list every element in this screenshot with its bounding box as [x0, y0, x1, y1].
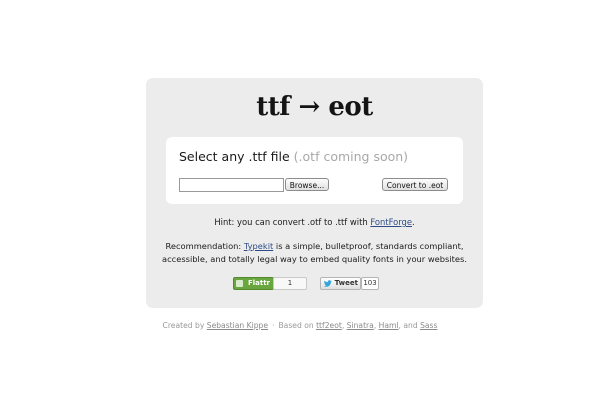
tweet-button[interactable]: Tweet — [320, 277, 361, 290]
select-file-label: Select any .ttf file — [179, 149, 290, 164]
footer-created-by: Created by — [162, 321, 207, 330]
tweet-count: 103 — [361, 277, 379, 290]
footer: Created by Sebastian Kippe · Based on ttf2… — [0, 321, 600, 330]
footer-and: , and — [398, 321, 421, 330]
twitter-bird-icon — [324, 280, 332, 287]
hint-text: Hint: you can convert .otf to .ttf with … — [146, 217, 483, 227]
ttf2eot-link[interactable]: ttf2eot — [316, 321, 342, 330]
footer-separator: · — [272, 321, 275, 330]
convert-button[interactable]: Convert to .eot — [382, 178, 448, 191]
select-file-heading: Select any .ttf file (.otf coming soon) — [179, 149, 408, 164]
file-path-field[interactable] — [179, 178, 284, 192]
hint-suffix: . — [411, 217, 415, 227]
recommendation-prefix: Recommendation: — [165, 241, 244, 251]
recommendation-text: Recommendation: Typekit is a simple, bul… — [156, 240, 473, 265]
otf-coming-soon-note: (.otf coming soon) — [293, 149, 409, 164]
hint-prefix: Hint: you can convert .otf to .ttf with — [214, 217, 371, 227]
flattr-count: 1 — [273, 277, 307, 290]
flattr-label: Flattr — [247, 279, 270, 287]
sass-link[interactable]: Sass — [420, 321, 437, 330]
fontforge-link[interactable]: FontForge — [370, 217, 412, 227]
typekit-link[interactable]: Typekit — [244, 241, 273, 251]
haml-link[interactable]: Haml — [379, 321, 399, 330]
upload-panel: Select any .ttf file (.otf coming soon) … — [166, 137, 463, 204]
page: ttf → eot Select any .ttf file (.otf com… — [0, 0, 600, 407]
footer-based-on: Based on — [278, 321, 317, 330]
flattr-button[interactable]: Flattr — [233, 277, 274, 290]
page-title: ttf → eot — [256, 92, 373, 122]
sinatra-link[interactable]: Sinatra — [347, 321, 374, 330]
converter-card: ttf → eot Select any .ttf file (.otf com… — [146, 78, 483, 308]
flattr-icon — [236, 280, 243, 287]
browse-button[interactable]: Browse... — [285, 178, 329, 191]
tweet-label: Tweet — [334, 279, 358, 287]
author-link[interactable]: Sebastian Kippe — [207, 321, 268, 330]
